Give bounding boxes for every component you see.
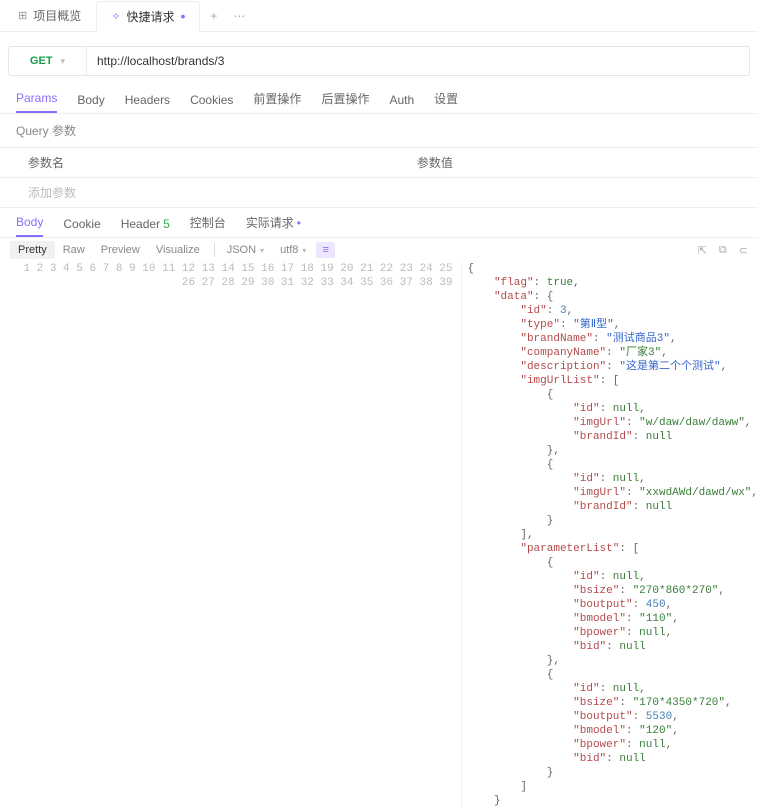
line-gutter: 1 2 3 4 5 6 7 8 9 10 11 12 13 14 15 16 1… bbox=[2, 262, 462, 808]
grid-icon: ⊞ bbox=[18, 9, 27, 22]
chevron-down-icon: ▾ bbox=[302, 246, 306, 255]
req-tab-后置操作[interactable]: 后置操作 bbox=[321, 90, 369, 113]
badge: 5 bbox=[163, 217, 170, 231]
resp-tab-控制台[interactable]: 控制台 bbox=[190, 214, 226, 237]
resp-tab-cookie[interactable]: Cookie bbox=[63, 217, 100, 237]
chevron-down-icon: ▾ bbox=[61, 56, 66, 67]
encoding-select[interactable]: utf8 ▾ bbox=[274, 244, 312, 256]
req-tab-params[interactable]: Params bbox=[16, 91, 57, 113]
dot-icon: • bbox=[297, 216, 301, 230]
column-param-name: 参数名 bbox=[0, 154, 417, 171]
tab-quick-request[interactable]: ✧ 快捷请求 • bbox=[96, 1, 200, 32]
req-tab-headers[interactable]: Headers bbox=[125, 93, 170, 113]
sparkle-icon: ✧ bbox=[111, 10, 120, 23]
fullscreen-icon[interactable]: ⇱ bbox=[698, 244, 707, 257]
query-header-row: 参数名 参数值 bbox=[0, 147, 758, 178]
req-tab-前置操作[interactable]: 前置操作 bbox=[253, 90, 301, 113]
url-input[interactable]: http://localhost/brands/3 bbox=[87, 47, 749, 75]
unsaved-dot-icon: • bbox=[180, 9, 185, 23]
filter-icon[interactable]: ≡ bbox=[316, 242, 334, 258]
toolbar-separator bbox=[214, 243, 215, 257]
more-tabs-icon[interactable]: ⋯ bbox=[233, 9, 245, 23]
view-mode-raw[interactable]: Raw bbox=[55, 241, 93, 259]
copy-icon[interactable]: ⧉ bbox=[719, 244, 727, 257]
resp-tab-body[interactable]: Body bbox=[16, 215, 43, 237]
response-tabs: Body Cookie Header5 控制台实际请求• bbox=[0, 208, 758, 238]
chevron-down-icon: ▾ bbox=[260, 246, 264, 255]
request-bar: GET ▾ http://localhost/brands/3 bbox=[8, 46, 750, 76]
request-config-tabs: Params Body Headers Cookies 前置操作后置操作 Auth 设置 bbox=[0, 86, 758, 114]
format-label: JSON bbox=[227, 244, 256, 256]
json-body[interactable]: { "flag": true, "data": { "id": 3, "type… bbox=[462, 262, 758, 808]
req-tab-auth[interactable]: Auth bbox=[389, 93, 414, 113]
tab-label: 快捷请求 bbox=[126, 8, 174, 25]
response-toolbar: PrettyRawPreviewVisualize JSON ▾ utf8 ▾ … bbox=[0, 238, 758, 262]
response-json-viewer: 1 2 3 4 5 6 7 8 9 10 11 12 13 14 15 16 1… bbox=[0, 262, 758, 808]
top-tab-bar: ⊞ 项目概览 ✧ 快捷请求 • + ⋯ bbox=[0, 0, 758, 32]
tab-project-overview[interactable]: ⊞ 项目概览 bbox=[4, 0, 96, 31]
req-tab-cookies[interactable]: Cookies bbox=[190, 93, 233, 113]
view-mode-pretty[interactable]: Pretty bbox=[10, 241, 55, 259]
add-tab-icon[interactable]: + bbox=[210, 9, 217, 23]
query-section-title: Query 参数 bbox=[0, 114, 758, 147]
url-text: http://localhost/brands/3 bbox=[97, 54, 224, 68]
column-param-value: 参数值 bbox=[417, 154, 758, 171]
add-param-row[interactable]: 添加参数 bbox=[0, 178, 758, 208]
view-mode-preview[interactable]: Preview bbox=[93, 241, 148, 259]
view-mode-visualize[interactable]: Visualize bbox=[148, 241, 208, 259]
tab-label: 项目概览 bbox=[33, 7, 81, 24]
encoding-label: utf8 bbox=[280, 244, 298, 256]
collapse-icon[interactable]: ⊂ bbox=[739, 244, 748, 257]
resp-tab-header[interactable]: Header5 bbox=[121, 217, 170, 237]
http-method-select[interactable]: GET ▾ bbox=[9, 47, 87, 75]
req-tab-设置[interactable]: 设置 bbox=[434, 90, 458, 113]
req-tab-body[interactable]: Body bbox=[77, 93, 104, 113]
format-select[interactable]: JSON ▾ bbox=[221, 244, 270, 256]
method-label: GET bbox=[30, 55, 53, 67]
resp-tab-实际请求[interactable]: 实际请求• bbox=[246, 214, 301, 237]
